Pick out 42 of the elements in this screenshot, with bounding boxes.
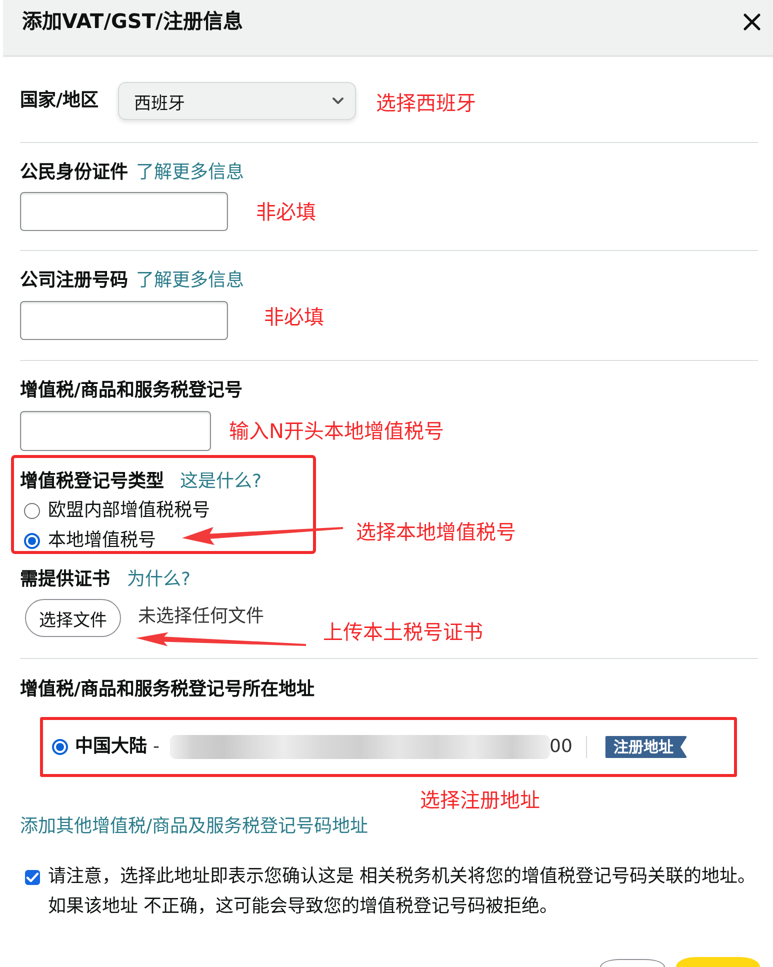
field-label: 公司注册号码 xyxy=(20,269,128,293)
annotation-note: 选择西班牙 xyxy=(376,90,476,117)
chevron-down-icon xyxy=(332,97,344,105)
checkmark-icon xyxy=(26,871,39,884)
radio-button[interactable] xyxy=(52,739,68,755)
choose-file-button[interactable]: 选择文件 xyxy=(25,599,121,637)
field-label: 公民身份证件 xyxy=(20,161,128,185)
text-input-field[interactable] xyxy=(20,192,228,231)
help-link[interactable]: 这是什么? xyxy=(180,470,262,494)
file-status-text: 未选择任何文件 xyxy=(138,607,264,627)
address-badge: 注册地址 xyxy=(605,736,688,758)
learn-more-link[interactable]: 了解更多信息 xyxy=(136,161,244,185)
annotation-note: 输入N开头本地增值税号 xyxy=(229,418,444,445)
field-label: 增值税/商品和服务税登记号 xyxy=(20,379,243,403)
country-select[interactable]: 西班牙 xyxy=(118,82,356,120)
text-input-field[interactable] xyxy=(20,411,211,451)
radio-label: 本地增值税号 xyxy=(48,531,156,551)
secondary-button[interactable] xyxy=(600,959,665,967)
address-text: - xyxy=(153,735,160,759)
annotation-note: 非必填 xyxy=(264,304,324,330)
help-link[interactable]: 为什么? xyxy=(127,568,191,592)
checkbox[interactable] xyxy=(25,870,40,885)
field-label: 需提供证书 xyxy=(20,568,110,592)
address-region: 中国大陆 xyxy=(75,735,147,759)
dialog-title: 添加VAT/GST/注册信息 xyxy=(22,8,243,34)
add-address-link[interactable]: 添加其他增值税/商品及服务税登记号码地址 xyxy=(20,814,368,840)
close-button[interactable] xyxy=(743,13,761,31)
radio-button[interactable] xyxy=(24,503,40,519)
annotation-note: 非必填 xyxy=(256,198,316,226)
text-input-field[interactable] xyxy=(20,301,228,340)
country-label: 国家/地区 xyxy=(20,89,100,113)
radio-button[interactable] xyxy=(24,533,40,549)
annotation-note: 选择本地增值税号 xyxy=(356,519,516,546)
field-label: 增值税登记号类型 xyxy=(20,470,164,494)
notice-text: 请注意，选择此地址即表示您确认这是 相关税务机关将您的增值税登记号码关联的地址。如果该地址 不正确，这可能会导致您的增值税登记号码被拒绝。 xyxy=(48,865,757,919)
annotation-note: 选择注册地址 xyxy=(420,787,540,814)
close-icon xyxy=(743,13,761,31)
field-label: 增值税/商品和服务税登记号所在地址 xyxy=(20,678,315,702)
radio-label: 欧盟内部增值税税号 xyxy=(48,501,210,521)
annotation-note: 上传本土税号证书 xyxy=(323,619,483,646)
address-text: 00 xyxy=(550,735,572,759)
learn-more-link[interactable]: 了解更多信息 xyxy=(136,269,244,293)
